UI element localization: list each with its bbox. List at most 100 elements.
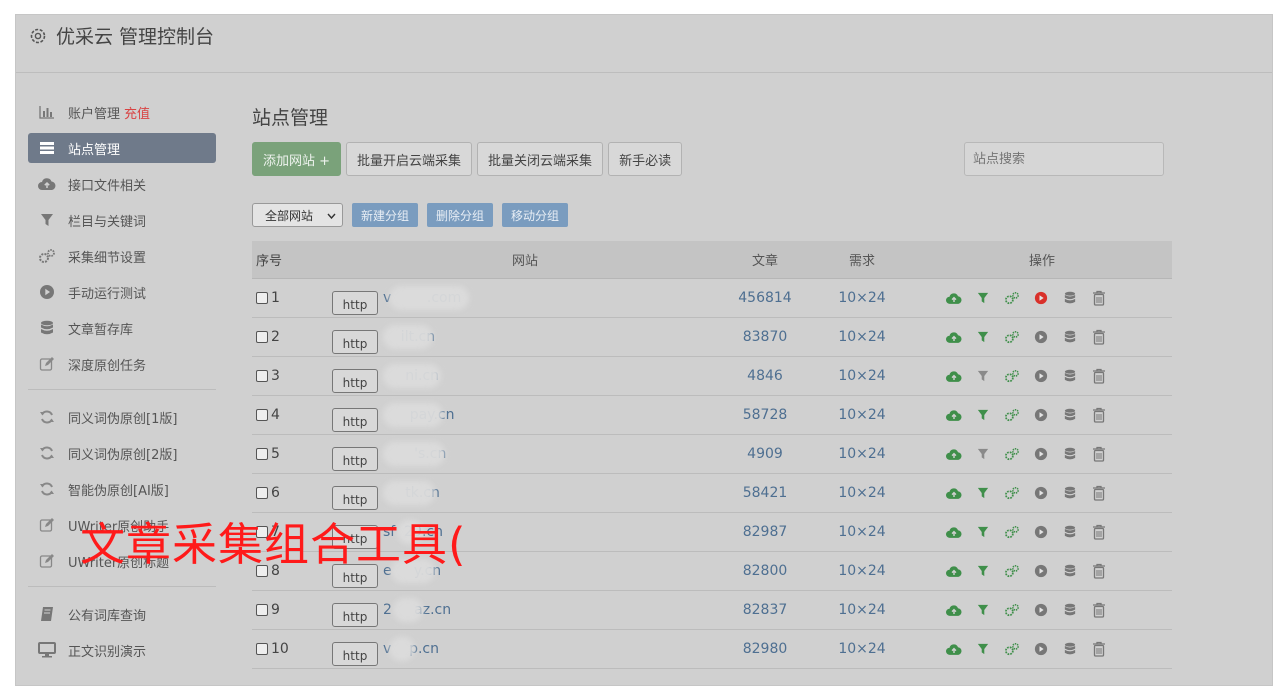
gears-icon[interactable]	[1004, 368, 1020, 384]
filter-icon[interactable]	[975, 329, 991, 345]
cloud-upload-icon[interactable]	[946, 290, 962, 306]
play-circle-icon[interactable]	[1033, 368, 1049, 384]
sidebar-item[interactable]: 账户管理 充值	[28, 97, 216, 127]
filter-icon[interactable]	[975, 290, 991, 306]
row-checkbox[interactable]	[256, 448, 268, 460]
demand-value[interactable]: 10×24	[812, 563, 912, 579]
move-group-button[interactable]: 移动分组	[502, 203, 569, 227]
database-icon[interactable]	[1062, 524, 1078, 540]
gears-icon[interactable]	[1004, 407, 1020, 423]
sidebar-item[interactable]: 手动运行测试	[28, 277, 216, 307]
article-count[interactable]: 83870	[718, 329, 812, 345]
site-link[interactable]: 's.cn	[383, 442, 446, 466]
article-count[interactable]: 456814	[718, 290, 812, 306]
article-count[interactable]: 82980	[718, 641, 812, 657]
play-circle-icon[interactable]	[1033, 329, 1049, 345]
row-checkbox[interactable]	[256, 643, 268, 655]
site-link[interactable]: ni.cn	[383, 364, 441, 388]
gears-icon[interactable]	[1004, 485, 1020, 501]
group-select[interactable]: 全部网站	[252, 203, 343, 227]
play-circle-icon[interactable]	[1033, 290, 1049, 306]
gears-icon[interactable]	[1004, 290, 1020, 306]
site-link[interactable]: pay.cn	[383, 403, 454, 427]
sidebar-item[interactable]: 公有词库查询	[28, 599, 216, 629]
site-link[interactable]: v .com	[383, 286, 469, 310]
row-checkbox[interactable]	[256, 604, 268, 616]
trash-icon[interactable]	[1091, 329, 1107, 345]
demand-value[interactable]: 10×24	[812, 407, 912, 423]
filter-icon[interactable]	[975, 641, 991, 657]
play-circle-icon[interactable]	[1033, 563, 1049, 579]
demand-value[interactable]: 10×24	[812, 641, 912, 657]
row-checkbox[interactable]	[256, 370, 268, 382]
trash-icon[interactable]	[1091, 524, 1107, 540]
site-link[interactable]: ilt.cn	[383, 325, 435, 349]
sidebar-item[interactable]: 同义词伪原创[1版]	[28, 402, 216, 432]
filter-icon[interactable]	[975, 407, 991, 423]
trash-icon[interactable]	[1091, 485, 1107, 501]
sidebar-item[interactable]: 站点管理	[28, 133, 216, 163]
sidebar-item[interactable]: 正文识别演示	[28, 635, 216, 665]
recharge-badge[interactable]: 充值	[124, 103, 150, 122]
cloud-upload-icon[interactable]	[946, 641, 962, 657]
sidebar-item[interactable]: 栏目与关键词	[28, 205, 216, 235]
beginner-guide-button[interactable]: 新手必读	[608, 142, 683, 176]
trash-icon[interactable]	[1091, 641, 1107, 657]
site-link[interactable]: tk.cn	[383, 481, 440, 505]
trash-icon[interactable]	[1091, 602, 1107, 618]
article-count[interactable]: 82800	[718, 563, 812, 579]
play-circle-icon[interactable]	[1033, 407, 1049, 423]
article-count[interactable]: 82837	[718, 602, 812, 618]
gears-icon[interactable]	[1004, 563, 1020, 579]
article-count[interactable]: 4909	[718, 446, 812, 462]
bulk-enable-cloud-button[interactable]: 批量开启云端采集	[346, 142, 473, 176]
cloud-upload-icon[interactable]	[946, 485, 962, 501]
trash-icon[interactable]	[1091, 446, 1107, 462]
play-circle-icon[interactable]	[1033, 641, 1049, 657]
filter-icon[interactable]	[975, 446, 991, 462]
database-icon[interactable]	[1062, 446, 1078, 462]
database-icon[interactable]	[1062, 602, 1078, 618]
site-link[interactable]: 2 az.cn	[383, 598, 451, 622]
filter-icon[interactable]	[975, 485, 991, 501]
filter-icon[interactable]	[975, 563, 991, 579]
article-count[interactable]: 82987	[718, 524, 812, 540]
new-group-button[interactable]: 新建分组	[352, 203, 419, 227]
database-icon[interactable]	[1062, 563, 1078, 579]
site-link[interactable]: v p.cn	[383, 637, 439, 661]
database-icon[interactable]	[1062, 485, 1078, 501]
cloud-upload-icon[interactable]	[946, 446, 962, 462]
demand-value[interactable]: 10×24	[812, 485, 912, 501]
play-circle-icon[interactable]	[1033, 602, 1049, 618]
bulk-disable-cloud-button[interactable]: 批量关闭云端采集	[477, 142, 604, 176]
trash-icon[interactable]	[1091, 563, 1107, 579]
trash-icon[interactable]	[1091, 368, 1107, 384]
row-checkbox[interactable]	[256, 292, 268, 304]
trash-icon[interactable]	[1091, 407, 1107, 423]
trash-icon[interactable]	[1091, 290, 1107, 306]
play-circle-icon[interactable]	[1033, 524, 1049, 540]
delete-group-button[interactable]: 删除分组	[427, 203, 494, 227]
play-circle-icon[interactable]	[1033, 446, 1049, 462]
sidebar-item[interactable]: 智能伪原创[AI版]	[28, 474, 216, 504]
demand-value[interactable]: 10×24	[812, 524, 912, 540]
row-checkbox[interactable]	[256, 331, 268, 343]
database-icon[interactable]	[1062, 329, 1078, 345]
cloud-upload-icon[interactable]	[946, 602, 962, 618]
gears-icon[interactable]	[1004, 524, 1020, 540]
article-count[interactable]: 58421	[718, 485, 812, 501]
cloud-upload-icon[interactable]	[946, 524, 962, 540]
sidebar-item[interactable]: 深度原创任务	[28, 349, 216, 379]
demand-value[interactable]: 10×24	[812, 446, 912, 462]
filter-icon[interactable]	[975, 368, 991, 384]
gears-icon[interactable]	[1004, 329, 1020, 345]
database-icon[interactable]	[1062, 407, 1078, 423]
filter-icon[interactable]	[975, 602, 991, 618]
gears-icon[interactable]	[1004, 602, 1020, 618]
article-count[interactable]: 4846	[718, 368, 812, 384]
add-site-button[interactable]: 添加网站 +	[252, 142, 342, 176]
sidebar-item[interactable]: 文章暂存库	[28, 313, 216, 343]
demand-value[interactable]: 10×24	[812, 602, 912, 618]
article-count[interactable]: 58728	[718, 407, 812, 423]
sidebar-item[interactable]: 接口文件相关	[28, 169, 216, 199]
